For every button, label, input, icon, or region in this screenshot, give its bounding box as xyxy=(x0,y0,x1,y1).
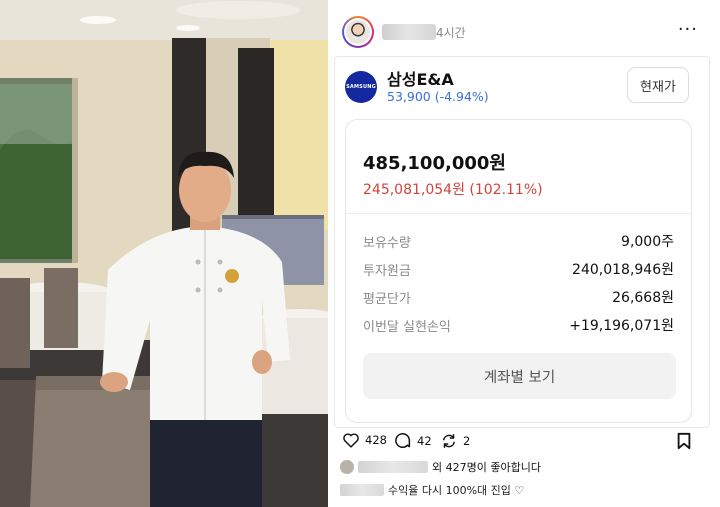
investment-principal-value: 240,018,946원 xyxy=(572,262,674,278)
average-price-value: 26,668원 xyxy=(612,290,674,306)
evaluation-amount: 485,100,000원 xyxy=(363,153,506,174)
liker-avatar xyxy=(340,460,354,474)
comment-action[interactable]: 42 xyxy=(394,432,432,450)
threads-post: 4시간 ··· SAMSUNG 삼성E&A 53,900 (-4.94%) 현재… xyxy=(328,0,720,507)
repost-action[interactable]: 2 xyxy=(440,432,470,450)
stock-price-change: 53,900 (-4.94%) xyxy=(387,89,489,104)
current-price-button[interactable]: 현재가 xyxy=(627,67,689,103)
post-photo xyxy=(0,0,328,507)
post-time: 4시간 xyxy=(436,26,466,40)
comment-count: 42 xyxy=(417,434,432,448)
like-count: 428 xyxy=(365,433,387,447)
stock-holding-card: SAMSUNG 삼성E&A 53,900 (-4.94%) 현재가 485,10… xyxy=(334,56,710,428)
author-username-blurred[interactable] xyxy=(382,24,436,40)
post-actions: 428 42 2 xyxy=(328,430,720,456)
more-options-icon[interactable]: ··· xyxy=(678,20,698,40)
chef-photo-illustration xyxy=(0,0,328,507)
holding-quantity-value: 9,000주 xyxy=(621,234,674,250)
caption-row: 수익율 다시 100%대 진입 ♡ xyxy=(340,482,524,498)
comment-bubble-icon xyxy=(395,433,411,448)
caption-text: 수익율 다시 100%대 진입 ♡ xyxy=(388,484,525,497)
holdings-summary: 485,100,000원 245,081,054원 (102.11%) 보유수량… xyxy=(345,119,692,423)
profit-amount: 245,081,054원 (102.11%) xyxy=(363,182,543,198)
liked-by-row[interactable]: 외 427명이 좋아합니다 xyxy=(340,458,541,476)
monthly-realized-pnl-label: 이번달 실현손익 xyxy=(363,320,451,335)
repost-icon xyxy=(443,434,455,448)
holding-quantity-label: 보유수량 xyxy=(363,236,411,251)
monthly-realized-pnl-value: +19,196,071원 xyxy=(569,318,674,334)
samsung-logo-icon: SAMSUNG xyxy=(345,71,377,103)
heart-icon xyxy=(343,433,359,448)
average-price-label: 평균단가 xyxy=(363,292,411,307)
stock-name: 삼성E&A xyxy=(387,70,454,89)
liker-username-blurred xyxy=(358,461,428,473)
view-by-account-button[interactable]: 계좌별 보기 xyxy=(363,353,676,399)
divider xyxy=(346,213,691,214)
post-header: 4시간 ··· xyxy=(328,0,720,56)
like-action[interactable]: 428 xyxy=(342,432,387,448)
repost-count: 2 xyxy=(463,434,471,448)
caption-username-blurred xyxy=(340,484,384,496)
liked-by-text: 외 427명이 좋아합니다 xyxy=(432,461,541,474)
investment-principal-label: 투자원금 xyxy=(363,264,411,279)
author-avatar[interactable] xyxy=(342,16,374,48)
bookmark-icon[interactable] xyxy=(676,432,692,450)
